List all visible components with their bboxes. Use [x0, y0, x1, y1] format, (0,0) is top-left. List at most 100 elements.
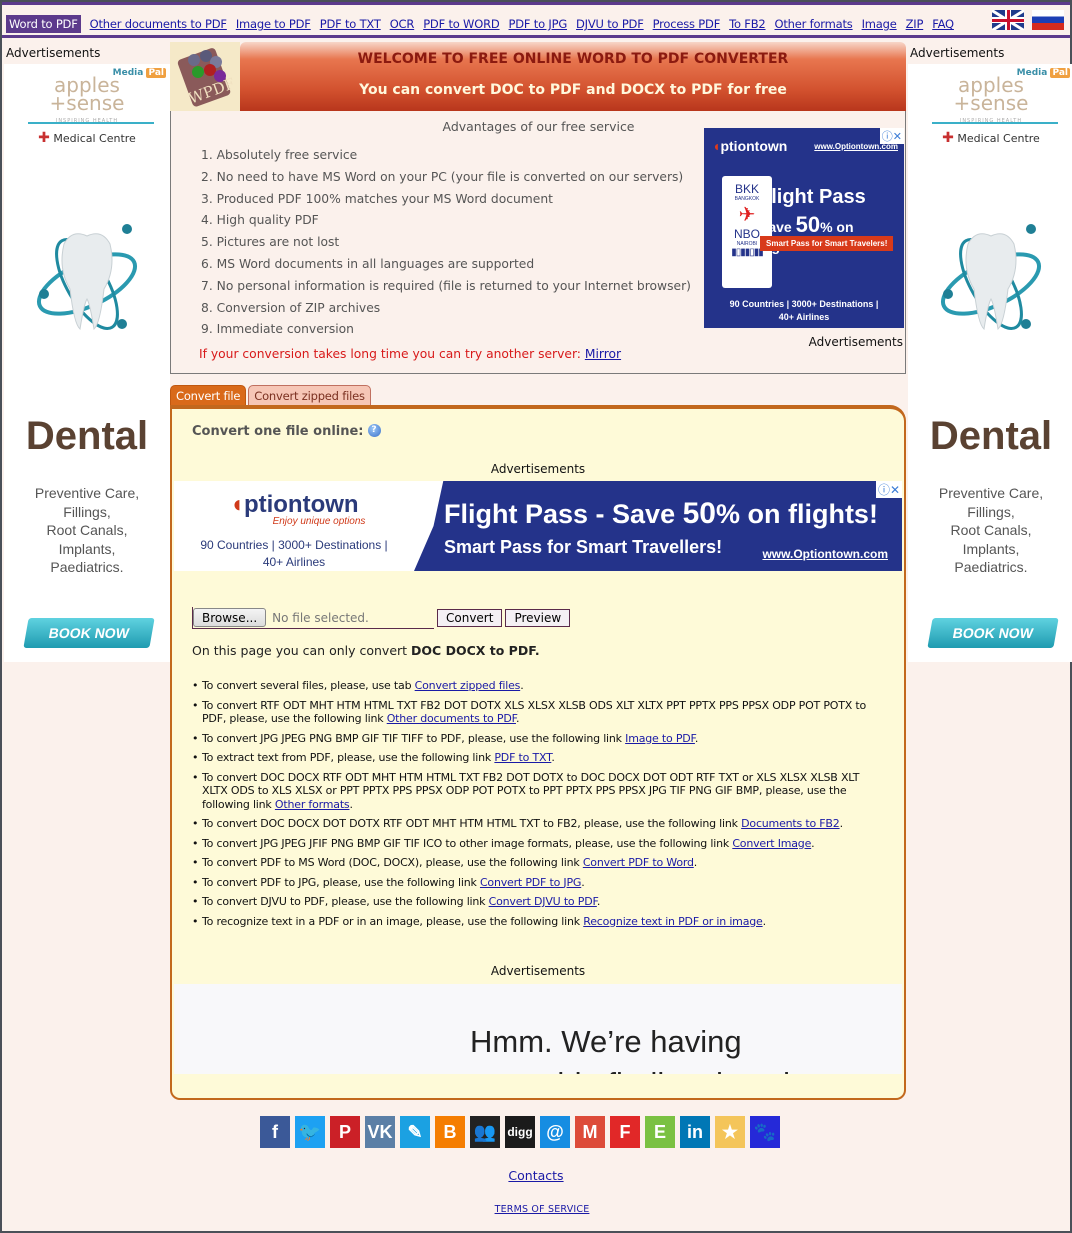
list-item: To extract text from PDF, please, use th…	[192, 751, 882, 765]
book-now-button[interactable]: BOOK NOW	[23, 618, 155, 648]
link-convert-zipped-files[interactable]: Convert zipped files	[415, 679, 521, 692]
ad-stats: 90 Countries | 3000+ Destinations | 40+ A…	[200, 538, 388, 569]
link-convert-image[interactable]: Convert Image	[732, 837, 811, 850]
russia-flag-icon[interactable]	[1032, 10, 1064, 30]
pinterest-icon[interactable]: P	[330, 1116, 360, 1148]
nav-faq[interactable]: FAQ	[932, 17, 954, 31]
nav-zip[interactable]: ZIP	[906, 17, 924, 31]
tooth-icon	[36, 224, 138, 330]
convert-button[interactable]: Convert	[437, 609, 503, 627]
link-convert-pdf-to-jpg[interactable]: Convert PDF to JPG	[480, 876, 581, 889]
link-other-formats[interactable]: Other formats	[275, 798, 350, 811]
ad-url[interactable]: www.Optiontown.com	[762, 547, 888, 561]
mail-icon[interactable]: @	[540, 1116, 570, 1148]
nav-word-to-pdf[interactable]: Word to PDF	[6, 15, 81, 33]
related-tools-list: To convert several files, please, use ta…	[192, 679, 882, 934]
preview-button[interactable]: Preview	[505, 609, 571, 627]
uk-flag-icon[interactable]	[992, 10, 1024, 30]
nav-other-documents-to-pdf[interactable]: Other documents to PDF	[90, 17, 227, 31]
nav-djvu-to-pdf[interactable]: DJVU to PDF	[576, 17, 644, 31]
advantage-item: 9. Immediate conversion	[201, 322, 354, 337]
dental-ad[interactable]: Media Pal apples +sense INSPIRING HEALTH ✚…	[4, 64, 170, 662]
nav-pdf-to-word[interactable]: PDF to WORD	[423, 17, 500, 31]
nav-pdf-to-jpg[interactable]: PDF to JPG	[509, 17, 568, 31]
ad-close-icon[interactable]: ⓘ✕	[879, 128, 904, 144]
flipboard-icon[interactable]: F	[610, 1116, 640, 1148]
blogger-icon[interactable]: B	[435, 1116, 465, 1148]
nav-image-to-pdf[interactable]: Image to PDF	[236, 17, 311, 31]
file-input[interactable]: Browse... No file selected.	[192, 607, 434, 629]
footer-terms: TERMS OF SERVICE	[2, 1204, 1072, 1215]
link-recognize-text[interactable]: Recognize text in PDF or in image	[583, 915, 763, 928]
footer-contacts: Contacts	[2, 1168, 1070, 1183]
bookmark-icon[interactable]: ★	[715, 1116, 745, 1148]
browse-button[interactable]: Browse...	[193, 608, 267, 627]
optiontown-logo: ◖ptiontown Enjoy unique options	[229, 491, 366, 527]
ad-error-frame: Hmm. We’re having trouble finding that s…	[174, 984, 902, 1074]
terms-of-service-link[interactable]: TERMS OF SERVICE	[495, 1204, 590, 1215]
ad-error-message: Hmm. We’re having	[470, 1024, 742, 1059]
link-image-to-pdf[interactable]: Image to PDF	[625, 732, 695, 745]
link-documents-to-fb2[interactable]: Documents to FB2	[741, 817, 840, 830]
tab-convert-file[interactable]: Convert file	[170, 385, 247, 406]
baidu-icon[interactable]: 🐾	[750, 1116, 780, 1148]
help-icon[interactable]: ?	[367, 424, 381, 437]
tab-convert-zipped-files[interactable]: Convert zipped files	[248, 385, 371, 406]
ad-services: Preventive Care, Fillings, Root Canals, Imp…	[938, 485, 1044, 575]
divider	[28, 122, 154, 124]
advantage-item: 7. No personal information is required (…	[201, 278, 691, 293]
social-share-bar: f 🐦 P VK ✎ B 👥 digg @ M F Ein ★ 🐾	[260, 1116, 780, 1148]
ad-headline: Flight Pass - Save 50% on flights!	[444, 497, 878, 530]
nav-other-formats[interactable]: Other formats	[775, 17, 853, 31]
advantage-item: 5. Pictures are not lost	[201, 235, 340, 250]
advantages-panel: Advantages of our free service 1. Absolu…	[170, 111, 906, 374]
link-other-documents-to-pdf[interactable]: Other documents to PDF	[387, 712, 516, 725]
list-item: To convert PDF to JPG, please, use the f…	[192, 876, 882, 890]
digg-icon[interactable]: digg	[505, 1116, 535, 1148]
advantages-list: 1. Absolutely free service 2. No need to…	[201, 145, 691, 341]
mirror-link[interactable]: Mirror	[585, 347, 621, 361]
livejournal-icon[interactable]: ✎	[400, 1116, 430, 1148]
nav-process-pdf[interactable]: Process PDF	[653, 17, 721, 31]
supported-formats-note: On this page you can only convert DOC DO…	[192, 643, 540, 658]
dental-ad[interactable]: Media Pal apples +sense INSPIRING HEALTH ✚…	[908, 64, 1072, 662]
welcome-banner: WELCOME TO FREE ONLINE WORD TO PDF CONVE…	[240, 42, 906, 111]
list-item: To convert DOC DOCX DOT DOTX RTF ODT MHT…	[192, 817, 882, 831]
advantage-item: 1. Absolutely free service	[201, 148, 358, 162]
ad-subheadline: Smart Pass for Smart Travellers!	[444, 537, 723, 557]
link-pdf-to-txt[interactable]: PDF to TXT	[494, 751, 551, 764]
myspace-icon[interactable]: 👥	[470, 1116, 500, 1148]
ad-label: Advertisements	[910, 46, 1005, 60]
ad-cta[interactable]: Smart Pass for Smart Travelers!	[760, 236, 894, 251]
gmail-icon[interactable]: M	[575, 1116, 605, 1148]
evernote-icon[interactable]: E	[645, 1116, 675, 1148]
welcome-title: WELCOME TO FREE ONLINE WORD TO PDF CONVE…	[357, 51, 789, 67]
nav-ocr[interactable]: OCR	[390, 17, 415, 31]
linkedin-icon[interactable]: in	[680, 1116, 710, 1148]
converter-title: Convert one file online:?	[192, 424, 381, 439]
nav-image[interactable]: Image	[862, 17, 897, 31]
twitter-icon[interactable]: 🐦	[295, 1116, 325, 1148]
medical-centre-label: ✚ Medical Centre	[942, 130, 1040, 146]
list-item: To convert DJVU to PDF, please, use the …	[192, 895, 882, 909]
optiontown-banner-ad[interactable]: ◖ptiontown Enjoy unique options 90 Countr…	[174, 481, 902, 571]
optiontown-square-ad[interactable]: ◖ptiontown www.Optiontown.com ⓘ✕ BKK BANG…	[704, 128, 904, 328]
ad-close-icon[interactable]: ⓘ✕	[875, 481, 902, 498]
list-item: To recognize text in a PDF or in an imag…	[192, 915, 882, 929]
link-convert-pdf-to-word[interactable]: Convert PDF to Word	[583, 856, 694, 869]
advantage-item: 3. Produced PDF 100% matches your MS Wor…	[201, 191, 553, 206]
converter-panel: Convert one file online:? Advertisements…	[170, 405, 906, 1100]
welcome-subtitle: You can convert DOC to PDF and DOCX to P…	[359, 82, 787, 98]
list-item: To convert RTF ODT MHT HTM HTML TXT FB2 …	[192, 699, 882, 726]
nav-to-fb2[interactable]: To FB2	[729, 17, 766, 31]
vk-icon[interactable]: VK	[365, 1116, 395, 1148]
facebook-icon[interactable]: f	[260, 1116, 290, 1148]
contacts-link[interactable]: Contacts	[508, 1168, 563, 1183]
right-side-ad: Advertisements Media Pal apples +sense INS…	[908, 42, 1072, 668]
wpdf-logo[interactable]: WPDF	[170, 42, 240, 111]
ad-label: Advertisements	[490, 964, 586, 978]
link-convert-djvu-to-pdf[interactable]: Convert DJVU to PDF	[489, 895, 597, 908]
nav-pdf-to-txt[interactable]: PDF to TXT	[320, 17, 381, 31]
book-now-button[interactable]: BOOK NOW	[927, 618, 1059, 648]
file-status: No file selected.	[272, 610, 369, 625]
